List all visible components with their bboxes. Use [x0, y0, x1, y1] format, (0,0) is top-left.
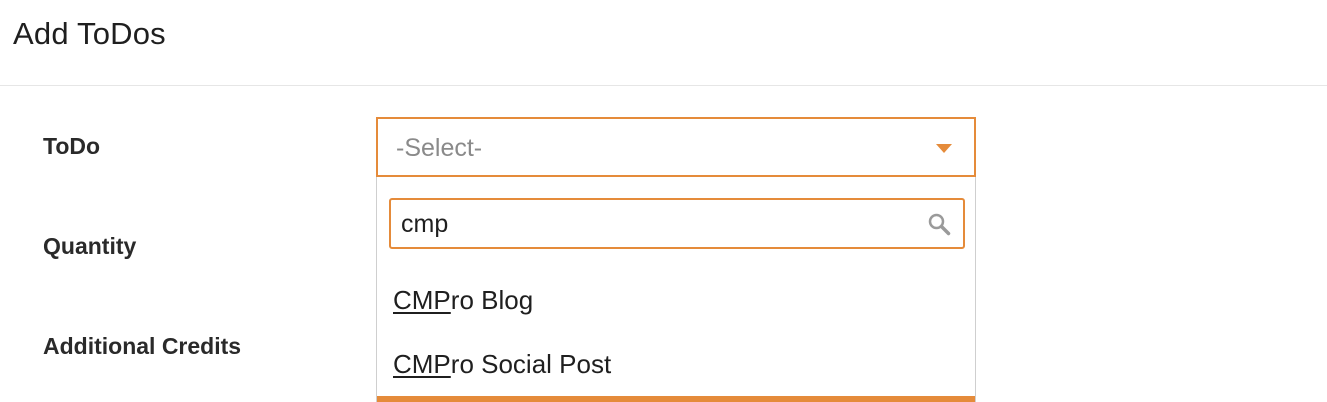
quantity-label: Quantity — [43, 233, 137, 259]
option-match-text: CMP — [393, 349, 451, 379]
option-rest-text: ro Blog — [450, 285, 534, 315]
option-match-text: CMP — [393, 285, 451, 315]
additional-credits-label: Additional Credits — [43, 333, 242, 359]
todo-select-value: -Select- — [396, 134, 483, 162]
header: Add ToDos — [0, 0, 1327, 86]
dropdown-search-input[interactable] — [401, 208, 911, 240]
todo-select[interactable]: -Select- — [376, 117, 976, 177]
todo-dropdown: CMPro Blog CMPro Social Post — [376, 177, 976, 402]
highlighted-option-bar[interactable] — [377, 396, 975, 402]
option-cmpro-social-post[interactable]: CMPro Social Post — [393, 347, 611, 381]
option-cmpro-blog[interactable]: CMPro Blog — [393, 283, 533, 317]
dropdown-search-box[interactable] — [389, 198, 965, 249]
option-rest-text: ro Social Post — [450, 349, 612, 379]
search-icon — [928, 213, 951, 236]
todo-label: ToDo — [43, 133, 101, 159]
caret-down-icon — [936, 144, 952, 153]
page-title: Add ToDos — [13, 16, 166, 51]
